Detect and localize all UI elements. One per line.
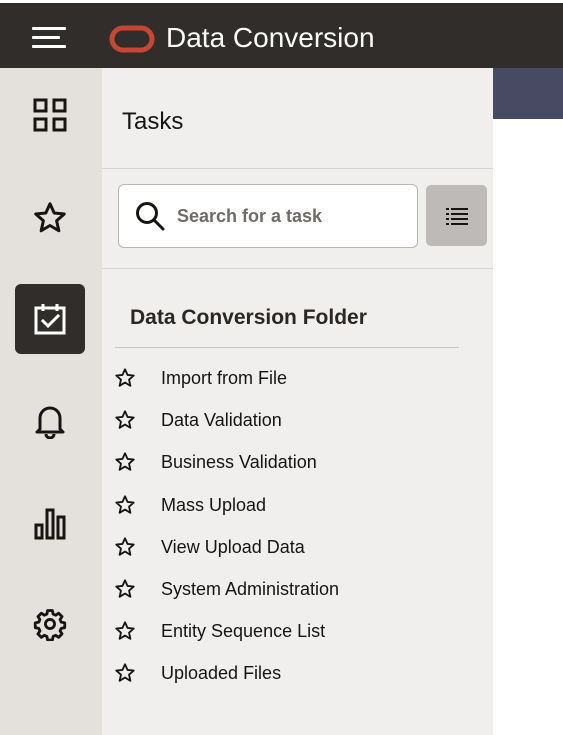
folder-title: Data Conversion Folder (130, 306, 367, 329)
star-icon[interactable] (114, 578, 136, 600)
list-icon (445, 207, 468, 225)
gear-icon (33, 609, 67, 641)
task-label[interactable]: View Upload Data (161, 536, 305, 558)
bell-icon (35, 406, 65, 439)
task-list-item[interactable]: System Administration (114, 573, 414, 605)
rail-item-analytics[interactable] (15, 488, 85, 558)
rail-item-favorites[interactable] (15, 183, 85, 253)
task-list-item[interactable]: View Upload Data (114, 531, 414, 563)
app-header: Data Conversion (0, 3, 563, 68)
search-box[interactable] (118, 184, 418, 248)
task-list-item[interactable]: Import from File (114, 362, 414, 394)
app-title: Data Conversion (166, 22, 375, 53)
task-list-item[interactable]: Business Validation (114, 446, 414, 478)
calendar-check-icon (34, 304, 66, 335)
divider (102, 168, 493, 169)
navigation-rail (0, 68, 102, 735)
star-icon[interactable] (114, 367, 136, 389)
task-label[interactable]: Mass Upload (161, 494, 266, 516)
folder-divider (115, 347, 459, 348)
star-icon[interactable] (114, 451, 136, 473)
task-list-item[interactable]: Mass Upload (114, 489, 414, 521)
divider (102, 268, 493, 269)
rail-item-tasks[interactable] (15, 284, 85, 354)
hamburger-menu-icon[interactable] (32, 25, 66, 49)
star-icon[interactable] (114, 494, 136, 516)
bar-chart-icon (34, 508, 66, 540)
rail-item-notifications[interactable] (15, 386, 85, 456)
task-label[interactable]: Business Validation (161, 451, 317, 473)
star-icon[interactable] (114, 409, 136, 431)
star-icon (34, 202, 66, 233)
oracle-logo-icon (109, 25, 155, 53)
task-label[interactable]: Data Validation (161, 409, 282, 431)
search-input[interactable] (177, 197, 407, 235)
star-icon[interactable] (114, 662, 136, 684)
panel-title: Tasks (122, 108, 184, 135)
task-label[interactable]: System Administration (161, 578, 339, 600)
task-label[interactable]: Uploaded Files (161, 662, 281, 684)
star-icon[interactable] (114, 620, 136, 642)
task-list-item[interactable]: Data Validation (114, 404, 414, 436)
star-icon[interactable] (114, 536, 136, 558)
task-label[interactable]: Entity Sequence List (161, 620, 325, 642)
rail-item-settings[interactable] (15, 589, 85, 659)
search-icon (136, 202, 165, 231)
tasks-panel: Tasks Data Conversion Folder Import from… (102, 68, 493, 735)
list-view-button[interactable] (426, 185, 487, 246)
content-banner (493, 68, 563, 119)
task-list-item[interactable]: Entity Sequence List (114, 615, 414, 647)
task-list-item[interactable]: Uploaded Files (114, 657, 414, 689)
rail-item-apps[interactable] (15, 80, 85, 150)
task-label[interactable]: Import from File (161, 367, 287, 389)
grid-icon (33, 98, 67, 132)
